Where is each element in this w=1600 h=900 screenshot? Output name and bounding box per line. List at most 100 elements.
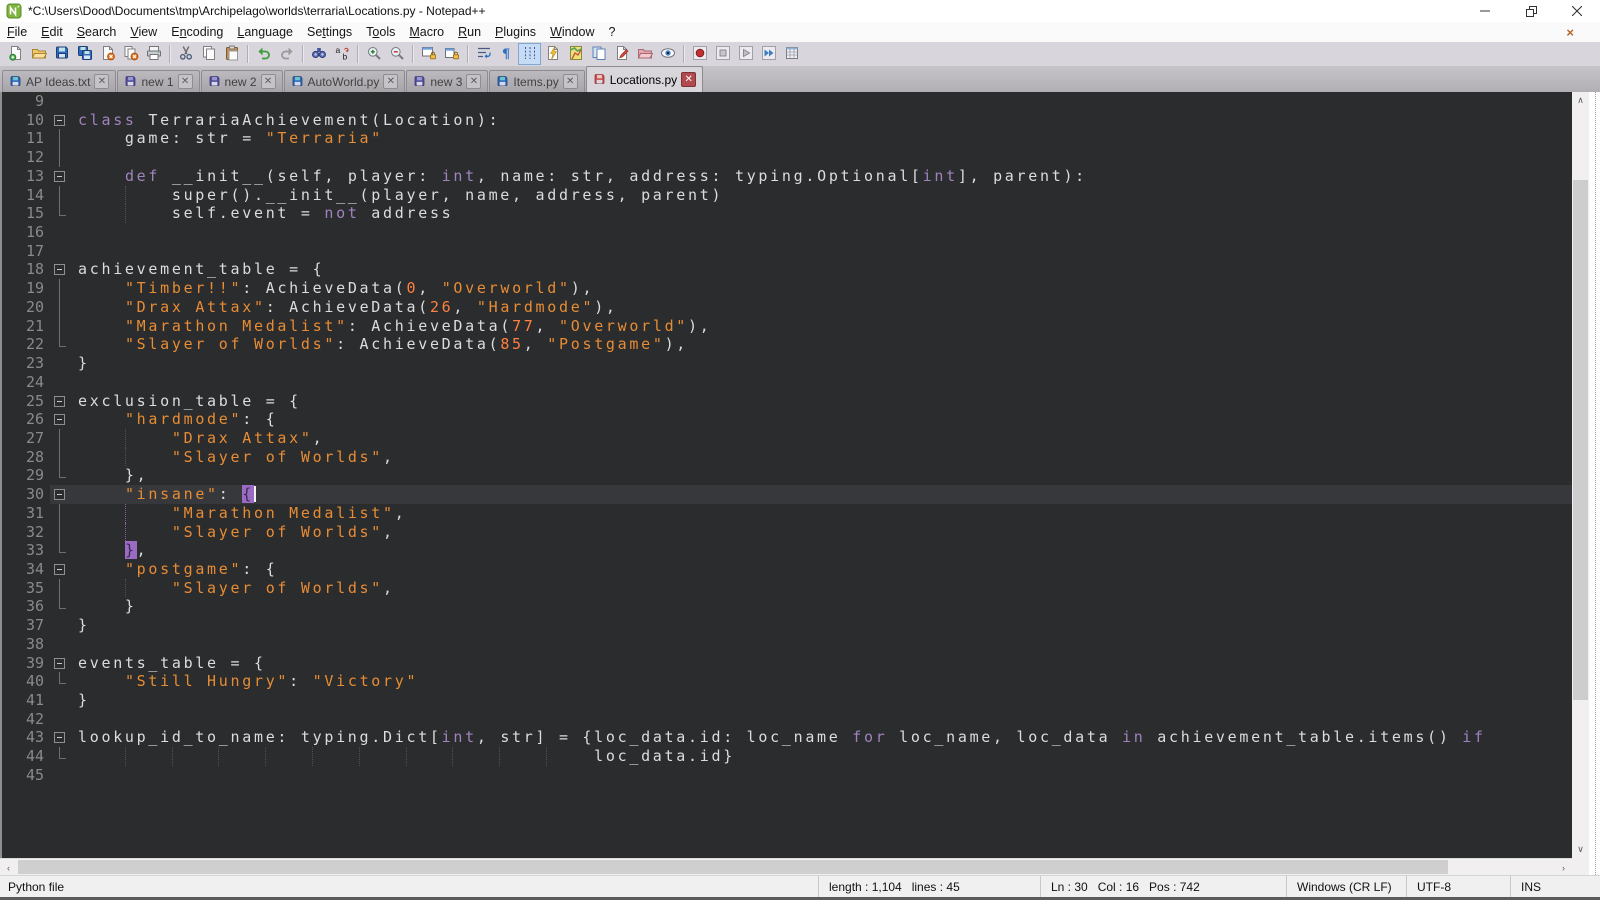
save-file-button[interactable] bbox=[50, 43, 73, 65]
scroll-left-arrow-icon[interactable]: ‹ bbox=[0, 859, 17, 876]
code-line[interactable]: 42 bbox=[0, 710, 1572, 729]
tab-close-icon[interactable]: ✕ bbox=[681, 72, 696, 87]
code-line[interactable]: 35 "Slayer of Worlds", bbox=[0, 579, 1572, 598]
code-line[interactable]: 15 self.event = not address bbox=[0, 204, 1572, 223]
function-list-button[interactable] bbox=[541, 43, 564, 65]
tab-close-icon[interactable]: ✕ bbox=[563, 74, 578, 89]
tab-ap-ideas.txt[interactable]: AP Ideas.txt✕ bbox=[2, 70, 116, 92]
close-all-button[interactable] bbox=[119, 43, 142, 65]
word-wrap-button[interactable] bbox=[472, 43, 495, 65]
code-line[interactable]: 39events_table = { bbox=[0, 654, 1572, 673]
code-line[interactable]: 40 "Still Hungry": "Victory" bbox=[0, 672, 1572, 691]
status-eol-format[interactable]: Windows (CR LF) bbox=[1286, 876, 1406, 897]
code-line[interactable]: 25exclusion_table = { bbox=[0, 392, 1572, 411]
code-line[interactable]: 30 "insane": { bbox=[0, 485, 1572, 504]
fold-collapse-icon[interactable] bbox=[52, 560, 69, 579]
code-line[interactable]: 20 "Drax Attax": AchieveData(26, "Hardmo… bbox=[0, 298, 1572, 317]
code-line[interactable]: 27 "Drax Attax", bbox=[0, 429, 1572, 448]
tab-new-3[interactable]: new 3✕ bbox=[406, 70, 488, 92]
menu-item-?[interactable]: ? bbox=[602, 23, 623, 41]
cut-button[interactable] bbox=[174, 43, 197, 65]
code-line[interactable]: 19 "Timber!!": AchieveData(0, "Overworld… bbox=[0, 279, 1572, 298]
copy-button[interactable] bbox=[197, 43, 220, 65]
tab-close-icon[interactable]: ✕ bbox=[383, 74, 398, 89]
menu-item-view[interactable]: View bbox=[123, 23, 164, 41]
code-line[interactable]: 38 bbox=[0, 635, 1572, 654]
menu-item-tools[interactable]: Tools bbox=[359, 23, 402, 41]
code-line[interactable]: 17 bbox=[0, 242, 1572, 261]
paste-button[interactable] bbox=[220, 43, 243, 65]
code-line[interactable]: 36 } bbox=[0, 597, 1572, 616]
notepad-plus-plus-app-icon[interactable] bbox=[6, 3, 22, 19]
redo-button[interactable] bbox=[275, 43, 298, 65]
code-line[interactable]: 22 "Slayer of Worlds": AchieveData(85, "… bbox=[0, 335, 1572, 354]
edit-marker-button[interactable] bbox=[610, 43, 633, 65]
document-switcher-button[interactable] bbox=[587, 43, 610, 65]
horizontal-scrollbar-thumb[interactable] bbox=[18, 860, 1448, 874]
tab-new-1[interactable]: new 1✕ bbox=[117, 70, 199, 92]
code-line[interactable]: 23} bbox=[0, 354, 1572, 373]
replace-button[interactable]: ab bbox=[330, 43, 353, 65]
menu-item-window[interactable]: Window bbox=[543, 23, 601, 41]
tab-close-icon[interactable]: ✕ bbox=[261, 74, 276, 89]
menu-item-language[interactable]: Language bbox=[230, 23, 300, 41]
vertical-scrollbar[interactable]: ∧ ∨ bbox=[1572, 92, 1589, 858]
fold-collapse-icon[interactable] bbox=[52, 167, 69, 186]
scroll-up-arrow-icon[interactable]: ∧ bbox=[1572, 92, 1589, 109]
code-line[interactable]: 24 bbox=[0, 373, 1572, 392]
code-line[interactable]: 18achievement_table = { bbox=[0, 260, 1572, 279]
code-line[interactable]: 10class TerrariaAchievement(Location): bbox=[0, 111, 1572, 130]
code-line[interactable]: 44 loc_data.id} bbox=[0, 747, 1572, 766]
file-monitoring-button[interactable] bbox=[656, 43, 679, 65]
scroll-right-arrow-icon[interactable]: › bbox=[1555, 859, 1572, 876]
code-line[interactable]: 31 "Marathon Medalist", bbox=[0, 504, 1572, 523]
tab-close-icon[interactable]: ✕ bbox=[178, 74, 193, 89]
macro-stop-button[interactable] bbox=[711, 43, 734, 65]
restore-button[interactable] bbox=[1508, 0, 1554, 22]
code-line[interactable]: 29 }, bbox=[0, 466, 1572, 485]
menu-item-macro[interactable]: Macro bbox=[402, 23, 451, 41]
zoom-out-button[interactable] bbox=[385, 43, 408, 65]
undo-button[interactable] bbox=[252, 43, 275, 65]
macro-play-button[interactable] bbox=[734, 43, 757, 65]
macro-record-button[interactable] bbox=[688, 43, 711, 65]
code-line[interactable]: 16 bbox=[0, 223, 1572, 242]
tab-autoworld.py[interactable]: AutoWorld.py✕ bbox=[284, 70, 406, 92]
fold-collapse-icon[interactable] bbox=[52, 728, 69, 747]
menu-item-run[interactable]: Run bbox=[451, 23, 488, 41]
status-encoding[interactable]: UTF-8 bbox=[1406, 876, 1510, 897]
horizontal-scrollbar[interactable]: ‹ › bbox=[0, 858, 1572, 875]
print-button[interactable] bbox=[142, 43, 165, 65]
fold-collapse-icon[interactable] bbox=[52, 392, 69, 411]
sync-horizontal-button[interactable] bbox=[440, 43, 463, 65]
fold-collapse-icon[interactable] bbox=[52, 111, 69, 130]
tab-close-icon[interactable]: ✕ bbox=[466, 74, 481, 89]
code-line[interactable]: 9 bbox=[0, 92, 1572, 111]
scroll-down-arrow-icon[interactable]: ∨ bbox=[1572, 841, 1589, 858]
code-line[interactable]: 45 bbox=[0, 766, 1572, 785]
close-document-x-icon[interactable]: × bbox=[1566, 26, 1574, 39]
code-line[interactable]: 12 bbox=[0, 148, 1572, 167]
menu-item-file[interactable]: File bbox=[0, 23, 34, 41]
tab-items.py[interactable]: Items.py✕ bbox=[489, 70, 584, 92]
new-file-button[interactable] bbox=[4, 43, 27, 65]
code-line[interactable]: 21 "Marathon Medalist": AchieveData(77, … bbox=[0, 317, 1572, 336]
status-insert-mode[interactable]: INS bbox=[1510, 876, 1600, 897]
menu-item-search[interactable]: Search bbox=[70, 23, 124, 41]
fold-collapse-icon[interactable] bbox=[52, 654, 69, 673]
close-button[interactable] bbox=[1554, 0, 1600, 22]
code-line[interactable]: 43lookup_id_to_name: typing.Dict[int, st… bbox=[0, 728, 1572, 747]
fold-collapse-icon[interactable] bbox=[52, 260, 69, 279]
code-line[interactable]: 41} bbox=[0, 691, 1572, 710]
macro-save-button[interactable] bbox=[780, 43, 803, 65]
menu-item-plugins[interactable]: Plugins bbox=[488, 23, 543, 41]
close-file-button[interactable] bbox=[96, 43, 119, 65]
code-editor[interactable]: 910class TerrariaAchievement(Location): 1… bbox=[0, 92, 1572, 858]
code-line[interactable]: 34 "postgame": { bbox=[0, 560, 1572, 579]
find-button[interactable] bbox=[307, 43, 330, 65]
save-all-button[interactable] bbox=[73, 43, 96, 65]
vertical-scrollbar-thumb[interactable] bbox=[1573, 180, 1588, 700]
tab-new-2[interactable]: new 2✕ bbox=[201, 70, 283, 92]
code-line[interactable]: 26 "hardmode": { bbox=[0, 410, 1572, 429]
menu-item-edit[interactable]: Edit bbox=[34, 23, 70, 41]
